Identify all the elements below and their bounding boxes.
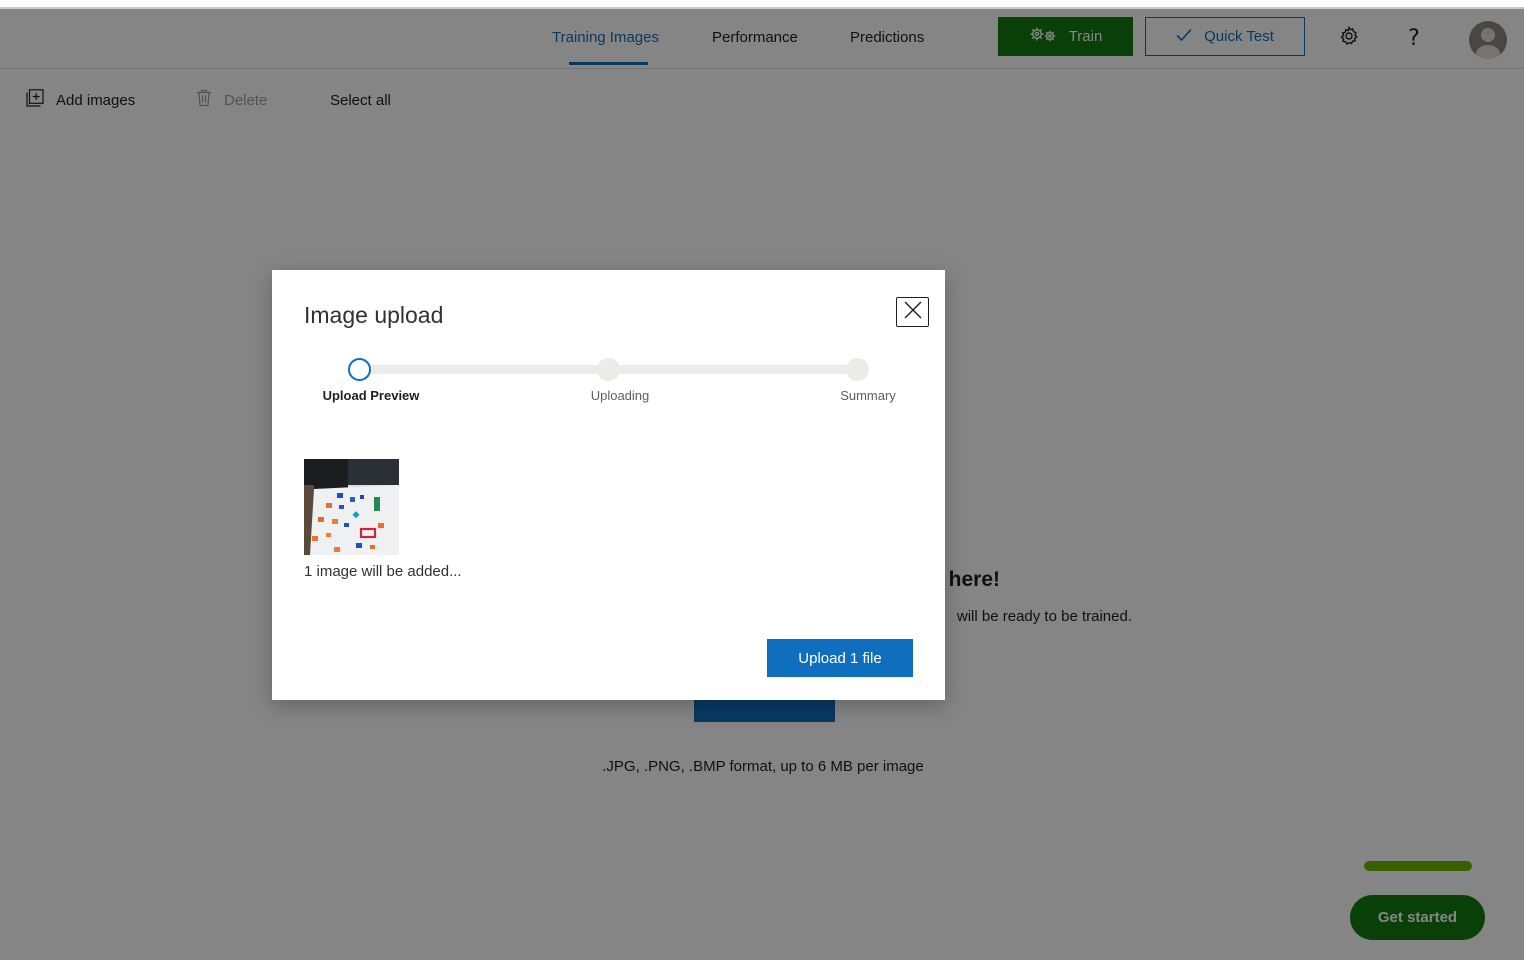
dialog-title: Image upload: [304, 302, 444, 328]
upload-file-button[interactable]: Upload 1 file: [767, 639, 913, 677]
step-uploading-marker: [597, 358, 620, 381]
close-button[interactable]: [896, 297, 929, 327]
step-summary-label: Summary: [840, 388, 896, 403]
step-uploading-label: Uploading: [590, 388, 650, 403]
close-icon: [903, 300, 923, 325]
step-upload-preview-label: Upload Preview: [322, 388, 420, 403]
image-upload-dialog: Image upload Upload Preview Uploading Su…: [272, 270, 945, 700]
image-thumbnail: [304, 459, 399, 555]
step-upload-preview-marker: [348, 358, 371, 381]
upload-file-label: Upload 1 file: [798, 649, 882, 667]
images-added-caption: 1 image will be added...: [304, 563, 462, 580]
step-summary-marker: [846, 358, 869, 381]
